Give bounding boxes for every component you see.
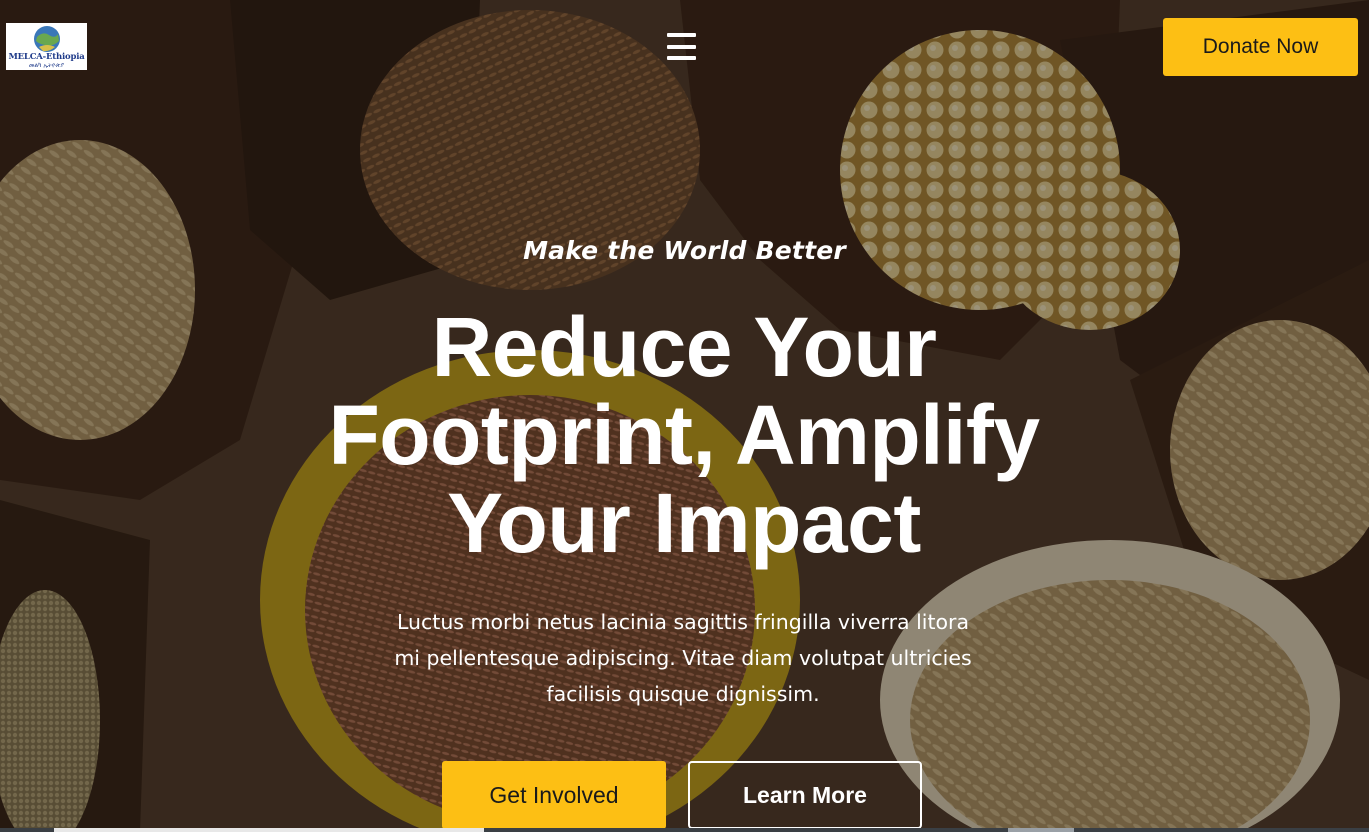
strip-segment — [1008, 828, 1074, 832]
bottom-edge-strip — [0, 828, 1369, 832]
learn-more-button[interactable]: Learn More — [688, 761, 922, 829]
menu-bar — [667, 56, 696, 60]
strip-segment — [54, 828, 484, 832]
description-line: Luctus morbi netus lacinia sagittis frin… — [396, 610, 970, 634]
headline-line: Footprint, Amplify — [328, 388, 1040, 482]
hero-headline: Reduce Your Footprint, Amplify Your Impa… — [284, 303, 1084, 567]
hero-tagline: Make the World Better — [523, 236, 846, 265]
logo-globe-icon — [33, 26, 60, 52]
headline-line: Your Impact — [447, 476, 921, 570]
description-line: mi pellentesque adipiscing. Vitae diam v… — [394, 646, 972, 670]
logo-name: MELCA-Ethiopia — [8, 52, 85, 62]
headline-line: Reduce Your — [431, 300, 937, 394]
menu-bar — [667, 44, 696, 49]
hamburger-menu-icon[interactable] — [667, 33, 696, 60]
site-logo[interactable]: MELCA-Ethiopia መልካ ኢትዮጵያ — [6, 23, 87, 70]
description-line: facilisis quisque dignissim. — [546, 682, 820, 706]
logo-subtitle: መልካ ኢትዮጵያ — [28, 62, 65, 69]
hero-description: Luctus morbi netus lacinia sagittis frin… — [380, 604, 986, 712]
get-involved-button[interactable]: Get Involved — [442, 761, 666, 829]
menu-bar — [667, 33, 696, 37]
donate-now-button[interactable]: Donate Now — [1163, 18, 1358, 76]
